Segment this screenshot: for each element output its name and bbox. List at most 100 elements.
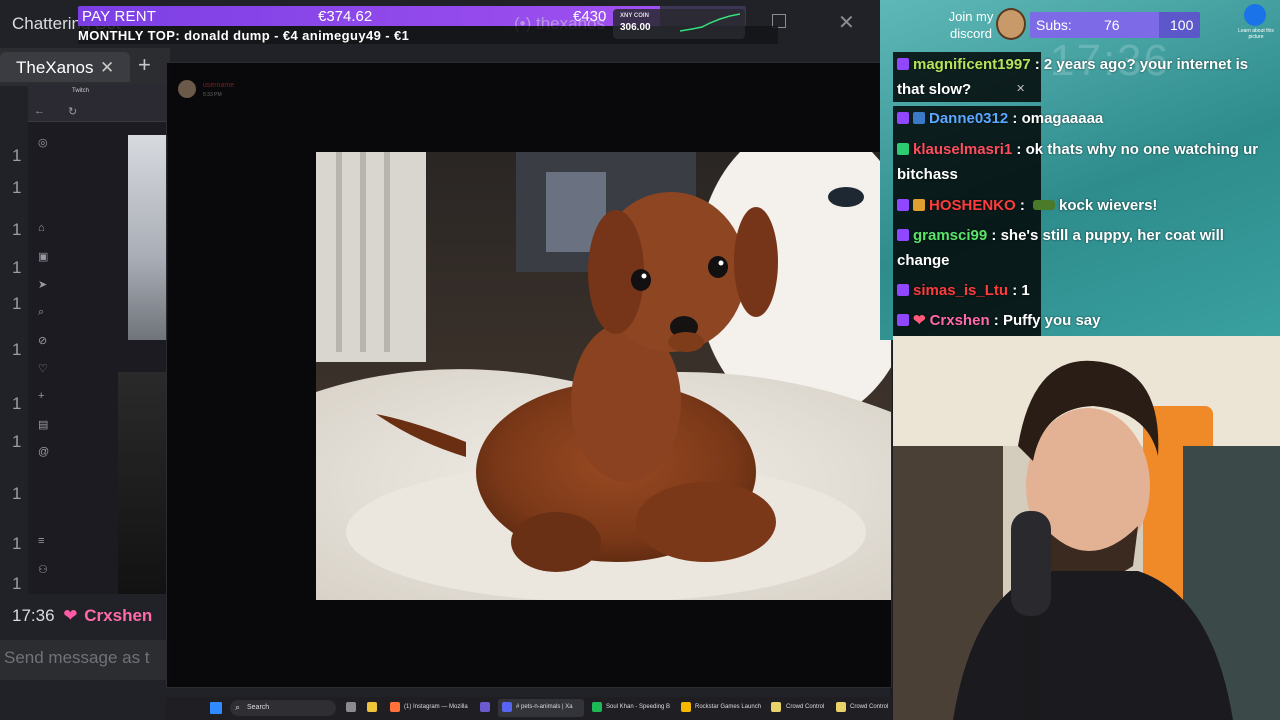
reload-icon[interactable]: ↻ xyxy=(68,105,77,118)
chat-message: magnificent1997 : 2 years ago? your inte… xyxy=(897,56,1249,98)
sub-badge-icon xyxy=(897,284,909,296)
chat-user: gramsci99 xyxy=(913,227,988,244)
donation-goal-label: PAY RENT xyxy=(82,8,157,25)
home-icon[interactable]: ⌂ xyxy=(38,222,45,234)
chat-message: ❤ Crxshen : Puffy you say xyxy=(897,308,1277,333)
coin-value: 306.00 xyxy=(620,22,651,33)
chat-text: 1 xyxy=(1021,282,1030,299)
taskbar-item[interactable]: # pets-n-animals | Xa xyxy=(516,704,573,710)
subs-count: 76 xyxy=(1104,17,1120,33)
kick-badge-icon xyxy=(897,143,909,155)
task-view-icon[interactable] xyxy=(346,702,356,712)
puppy-photo-graphic xyxy=(316,152,891,600)
timestamp: 1 xyxy=(12,340,22,359)
learn-about-picture-label[interactable]: Learn about this picture xyxy=(1238,28,1274,40)
coin-sparkline-icon xyxy=(680,13,740,32)
timestamp: 1 xyxy=(12,294,22,313)
taskbar-item[interactable]: Soul Khan - Speeding B xyxy=(606,704,670,710)
learn-about-picture-icon[interactable] xyxy=(1244,4,1266,26)
file-explorer-icon[interactable] xyxy=(367,702,377,712)
heart-icon: ❤ xyxy=(913,312,926,329)
more-icon[interactable]: ⚇ xyxy=(38,563,48,576)
taskbar-app-icon[interactable] xyxy=(771,702,781,712)
taskbar-search[interactable] xyxy=(230,700,336,716)
chat-message: simas_is_Ltu : 1 xyxy=(897,278,1277,303)
app-icon[interactable] xyxy=(480,702,490,712)
feed-photo[interactable] xyxy=(118,372,168,594)
menu-icon[interactable]: ≡ xyxy=(38,535,44,547)
chat-close-icon[interactable]: ✕ xyxy=(1016,82,1025,95)
browser-navbar xyxy=(28,102,168,122)
reels-icon[interactable]: ▣ xyxy=(38,250,48,263)
taskbar-app-icon[interactable] xyxy=(592,702,602,712)
back-icon[interactable]: ← xyxy=(34,105,45,117)
screen: Chattering Bot ✕ TheXanos ✕ + 1 1 1 1 1 … xyxy=(0,0,1280,720)
taskbar-app-icon[interactable] xyxy=(681,702,691,712)
instagram-icon[interactable]: ◎ xyxy=(38,136,48,149)
timestamp: 1 xyxy=(12,574,22,593)
subs-goal: 100 xyxy=(1170,17,1194,33)
timestamp: 1 xyxy=(12,484,22,503)
tab-label: TheXanos xyxy=(16,58,94,77)
lightbox-time: 5:33 PM xyxy=(203,92,222,98)
timestamp: 1 xyxy=(12,394,22,413)
feed-photo[interactable] xyxy=(128,135,168,340)
timestamp: 1 xyxy=(12,178,22,197)
add-tab-icon[interactable]: + xyxy=(138,52,151,78)
heart-icon[interactable]: ♡ xyxy=(38,362,48,375)
taskbar-item[interactable]: Crowd Control xyxy=(850,704,888,710)
close-icon[interactable]: ✕ xyxy=(838,10,855,35)
chat-text: kock wievers! xyxy=(1059,197,1158,214)
streamer-avatar xyxy=(996,8,1026,40)
chat-user: klauselmasri1 xyxy=(913,141,1013,158)
message-input-placeholder: Send message as t xyxy=(4,648,150,667)
timestamp: 1 xyxy=(12,146,22,165)
taskbar-item[interactable]: Crowd Control xyxy=(786,704,824,710)
threads-icon[interactable]: @ xyxy=(38,446,49,458)
dashboard-icon[interactable]: ▤ xyxy=(38,418,48,431)
send-icon[interactable]: ➤ xyxy=(38,278,47,291)
avatar xyxy=(178,80,196,98)
chat-user: magnificent1997 xyxy=(913,56,1031,73)
heart-icon: ❤ xyxy=(63,606,78,625)
timestamp: 1 xyxy=(12,258,22,277)
lightbox-author: username xyxy=(203,82,235,89)
taskbar-app-icon[interactable] xyxy=(390,702,400,712)
browser-tab-label[interactable]: Twitch xyxy=(72,88,89,94)
webcam-graphic xyxy=(893,336,1280,720)
tab-close-icon[interactable]: ✕ xyxy=(100,58,114,78)
taskbar-app-icon[interactable] xyxy=(836,702,846,712)
bits-badge-icon xyxy=(913,199,925,211)
chat-user: HOSHENKO xyxy=(929,197,1016,214)
taskbar-app-icon[interactable] xyxy=(502,702,512,712)
chat-message: Danne0312 : omagaaaaa xyxy=(897,106,1277,131)
timestamp: 1 xyxy=(12,432,22,451)
puppy-image[interactable] xyxy=(316,152,891,600)
create-icon[interactable]: + xyxy=(38,390,44,402)
verified-badge-icon xyxy=(913,112,925,124)
chat-line: 17:36 ❤ Crxshen xyxy=(12,606,152,626)
chat-text: Puffy you say xyxy=(1002,312,1101,329)
sub-badge-icon xyxy=(897,112,909,124)
timestamp: 1 xyxy=(12,220,22,239)
taskbar-item[interactable]: (1) Instagram — Mozilla xyxy=(404,704,468,710)
donation-goal-current: €374.62 xyxy=(318,8,373,25)
chat-text: omagaaaaa xyxy=(1021,110,1104,127)
chat-user: Crxshen xyxy=(929,312,990,329)
chat-user: simas_is_Ltu xyxy=(913,282,1009,299)
sub-badge-icon xyxy=(897,58,909,70)
coin-label: XNY COIN xyxy=(620,13,649,19)
taskbar-item[interactable]: Rockstar Games Launch xyxy=(695,704,761,710)
chat-message: HOSHENKO : kock wievers! xyxy=(897,193,1277,218)
monthly-top-text: MONTHLY TOP: donald dump - €4 animeguy49… xyxy=(78,28,410,43)
explore-icon[interactable]: ⊘ xyxy=(38,334,47,347)
webcam-feed xyxy=(893,336,1280,720)
chat-user: Danne0312 xyxy=(929,110,1009,127)
chat-line-time: 17:36 xyxy=(12,606,55,625)
start-icon[interactable] xyxy=(210,702,222,714)
sub-badge-icon xyxy=(897,229,909,241)
search-icon: ⌕ xyxy=(235,702,241,712)
taskbar-search-label: Search xyxy=(247,704,270,711)
search-icon[interactable]: ⌕ xyxy=(38,306,44,319)
subs-label: Subs: xyxy=(1036,17,1072,33)
